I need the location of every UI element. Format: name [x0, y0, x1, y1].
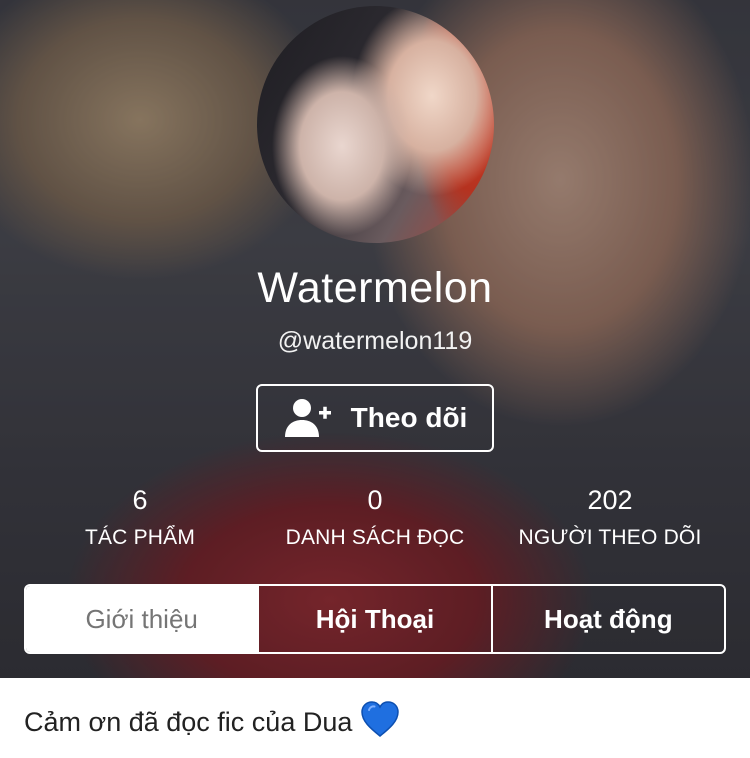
- tab-about[interactable]: Giới thiệu: [26, 586, 258, 652]
- tab-conversations[interactable]: Hội Thoại: [257, 586, 490, 652]
- profile-display-name: Watermelon: [257, 264, 493, 312]
- about-text: Cảm ơn đã đọc fic của Dua: [24, 707, 353, 737]
- stat-reading-lists[interactable]: 0 DANH SÁCH ĐỌC: [275, 484, 475, 552]
- blue-heart-icon: [360, 700, 400, 745]
- about-section: Cảm ơn đã đọc fic của Dua: [0, 678, 750, 758]
- follow-button[interactable]: Theo dõi: [256, 384, 494, 452]
- follow-button-label: Theo dõi: [350, 402, 468, 433]
- stat-works-label: TÁC PHẨM: [84, 526, 196, 549]
- stat-works[interactable]: 6 TÁC PHẨM: [60, 484, 220, 552]
- stat-followers[interactable]: 202 NGƯỜI THEO DÕI: [510, 484, 710, 552]
- add-user-icon: [283, 397, 333, 439]
- stat-followers-label: NGƯỜI THEO DÕI: [518, 526, 702, 549]
- profile-username: @watermelon119: [277, 327, 473, 355]
- stat-reading-lists-count: 0: [367, 485, 383, 515]
- stat-works-count: 6: [132, 485, 148, 515]
- stat-followers-count: 202: [587, 485, 633, 515]
- profile-tabs: Giới thiệu Hội Thoại Hoạt động: [24, 584, 726, 654]
- profile-avatar[interactable]: [257, 6, 494, 243]
- about-content: Cảm ơn đã đọc fic của Dua: [24, 700, 400, 745]
- stat-reading-lists-label: DANH SÁCH ĐỌC: [285, 526, 465, 549]
- tab-activity[interactable]: Hoạt động: [490, 586, 724, 652]
